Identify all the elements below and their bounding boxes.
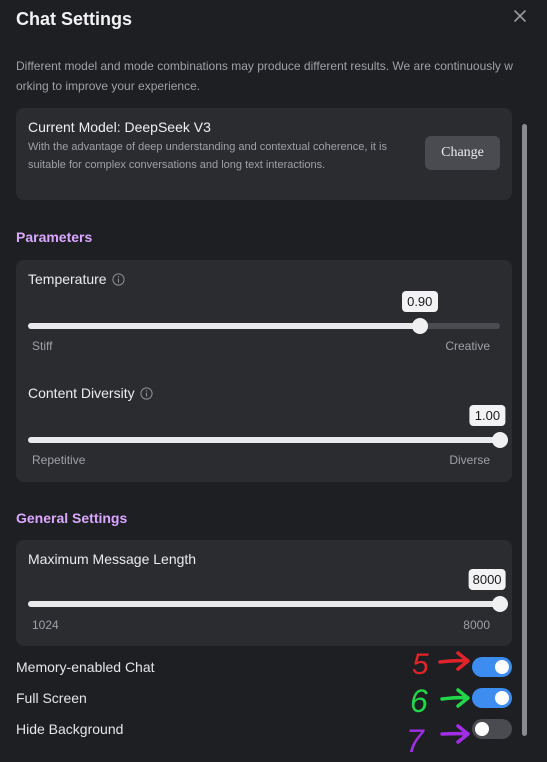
memory-chat-toggle[interactable]: [472, 657, 512, 677]
diversity-slider[interactable]: 1.00: [28, 405, 508, 448]
annotation-7-arrow: [440, 724, 470, 744]
scrollbar[interactable]: [522, 124, 527, 736]
diversity-label-text: Content Diversity: [28, 385, 135, 401]
current-model-title: Current Model: DeepSeek V3: [28, 119, 211, 135]
temperature-slider-fill: [28, 323, 420, 329]
diversity-slider-fill: [28, 437, 500, 443]
dialog-title: Chat Settings: [16, 9, 133, 29]
close-icon[interactable]: [512, 8, 528, 24]
general-settings-heading: General Settings: [16, 510, 128, 526]
temperature-label: Temperature: [28, 271, 125, 287]
temperature-min-label: Stiff: [32, 339, 53, 353]
hide-background-label: Hide Background: [16, 721, 124, 737]
max-length-label: Maximum Message Length: [28, 551, 197, 567]
current-model-card: Current Model: DeepSeek V3 With the adva…: [16, 108, 512, 200]
current-model-description: With the advantage of deep understanding…: [28, 141, 387, 171]
temperature-slider[interactable]: 0.90: [28, 291, 500, 334]
parameters-heading: Parameters: [16, 229, 93, 245]
parameters-card: Temperature 0.90 Stiff Creative Content …: [16, 260, 512, 482]
temperature-max-label: Creative: [445, 339, 490, 353]
annotation-5-number: 5: [412, 648, 429, 681]
temperature-value: 0.90: [401, 291, 438, 312]
dialog-header: Chat Settings: [0, 0, 547, 44]
diversity-min-label: Repetitive: [32, 453, 86, 467]
max-length-min-label: 1024: [32, 618, 59, 632]
annotation-6-number: 6: [410, 683, 428, 718]
max-length-slider-thumb[interactable]: [492, 596, 508, 612]
toggle-knob: [475, 722, 489, 736]
temperature-slider-thumb[interactable]: [411, 318, 428, 334]
hide-background-toggle[interactable]: [472, 719, 512, 739]
full-screen-toggle[interactable]: [472, 688, 512, 708]
max-length-value: 8000: [468, 569, 506, 590]
model-note: Different model and mode combinations ma…: [16, 59, 513, 93]
annotation-7: 7: [406, 723, 470, 758]
change-model-button[interactable]: Change: [425, 136, 500, 170]
toggle-knob: [495, 691, 509, 705]
info-icon[interactable]: [139, 387, 153, 400]
annotation-6: 6: [410, 683, 470, 718]
diversity-max-label: Diverse: [449, 453, 490, 467]
general-settings-card: Maximum Message Length 8000 1024 8000: [16, 540, 512, 646]
memory-chat-label: Memory-enabled Chat: [16, 659, 155, 675]
info-icon[interactable]: [111, 273, 125, 286]
temperature-label-text: Temperature: [28, 271, 107, 287]
diversity-value: 1.00: [469, 405, 506, 426]
max-length-slider-fill: [28, 601, 500, 607]
annotation-7-number: 7: [406, 723, 425, 758]
toggle-knob: [495, 660, 509, 674]
annotation-5: 5: [412, 648, 470, 681]
annotation-5-arrow: [438, 651, 470, 671]
diversity-label: Content Diversity: [28, 385, 153, 401]
annotation-6-arrow: [440, 688, 470, 708]
diversity-slider-thumb[interactable]: [492, 432, 508, 448]
full-screen-label: Full Screen: [16, 690, 87, 706]
max-length-slider[interactable]: 8000: [28, 569, 508, 612]
max-length-max-label: 8000: [463, 618, 490, 632]
